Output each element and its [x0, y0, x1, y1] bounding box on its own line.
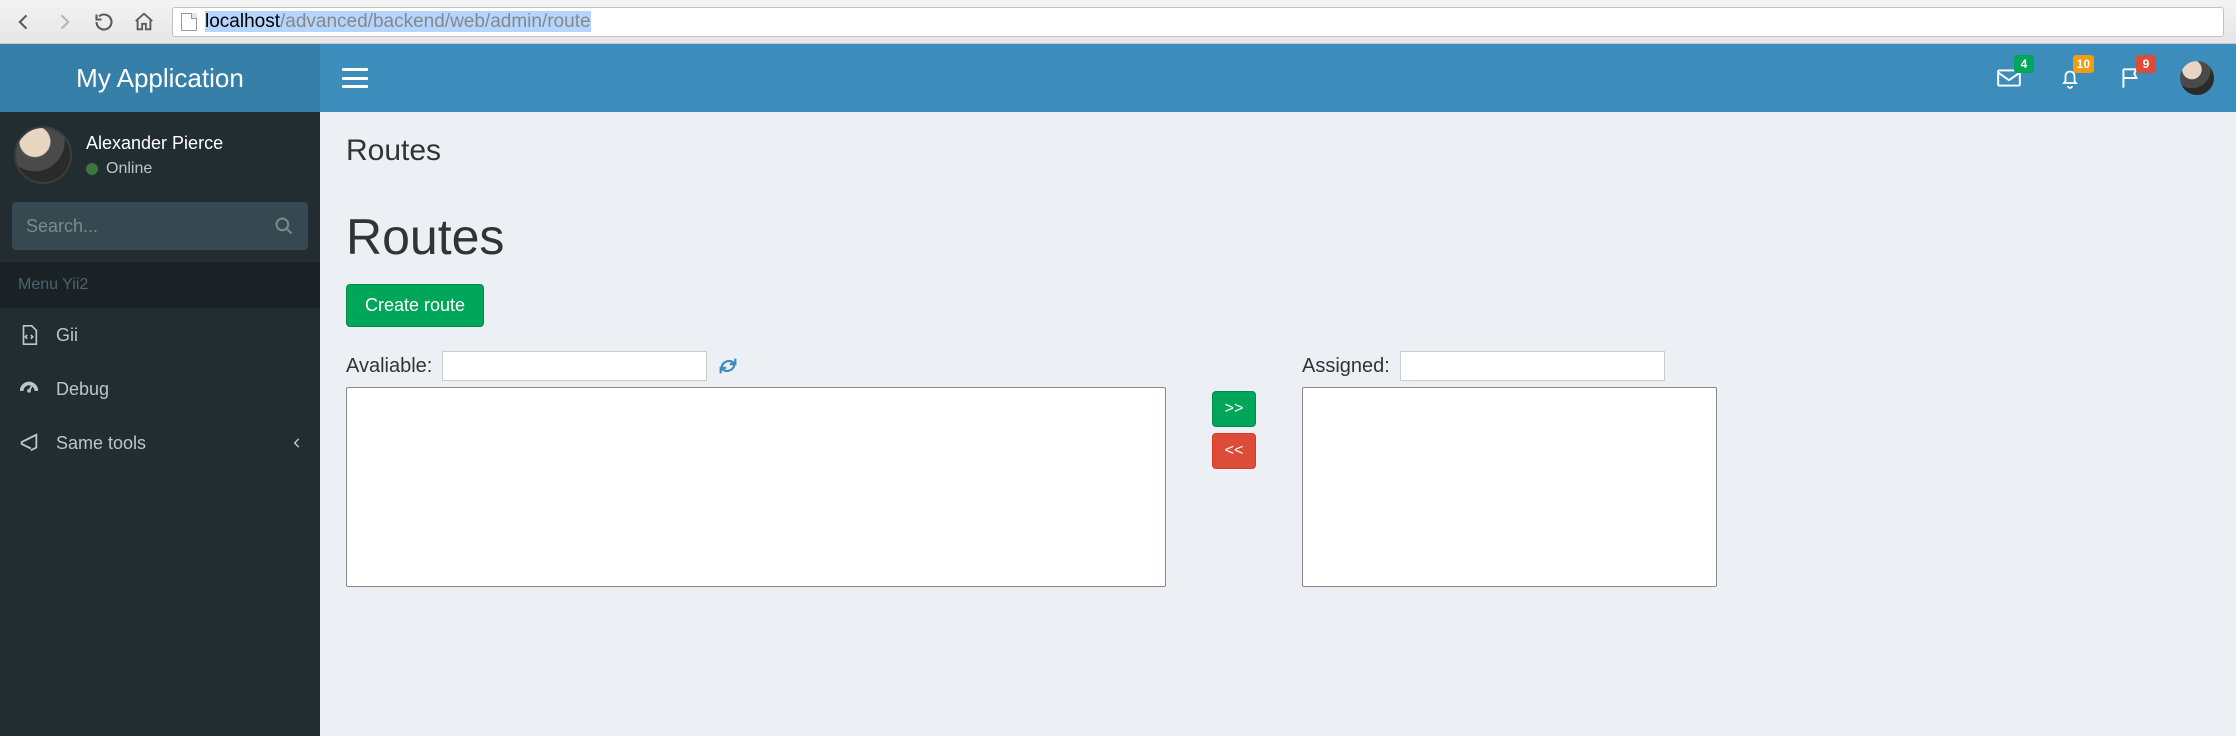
chevron-left-icon — [290, 436, 304, 450]
share-icon — [18, 432, 40, 454]
sidebar-toggle-button[interactable] — [342, 68, 368, 88]
avatar[interactable] — [14, 126, 72, 184]
page-title: Routes — [346, 208, 2210, 266]
messages-button[interactable]: 4 — [1996, 65, 2022, 91]
badge: 9 — [2136, 55, 2156, 73]
app-brand[interactable]: My Application — [0, 44, 320, 112]
search-icon[interactable] — [274, 216, 294, 236]
assign-button[interactable]: >> — [1212, 391, 1257, 427]
sidebar-item-label: Same tools — [56, 433, 146, 454]
sidebar-item-label: Debug — [56, 379, 109, 400]
nav-back-button[interactable] — [12, 10, 36, 34]
revoke-button[interactable]: << — [1212, 433, 1257, 469]
sidebar: My Application Alexander Pierce Online M… — [0, 44, 320, 736]
topbar: 4 10 9 — [320, 44, 2236, 112]
nav-forward-button — [52, 10, 76, 34]
create-route-button[interactable]: Create route — [346, 284, 484, 327]
refresh-icon — [717, 355, 739, 377]
sidebar-item-label: Gii — [56, 325, 78, 346]
tasks-button[interactable]: 9 — [2118, 65, 2144, 91]
available-label: Avaliable: — [346, 355, 432, 378]
user-menu-button[interactable] — [2180, 61, 2214, 95]
assigned-filter-input[interactable] — [1400, 351, 1665, 381]
online-indicator-icon — [86, 163, 98, 175]
dashboard-icon — [18, 378, 40, 400]
address-bar[interactable]: localhost/advanced/backend/web/admin/rou… — [172, 7, 2224, 37]
sidebar-item-same-tools[interactable]: Same tools — [0, 416, 320, 470]
reload-button[interactable] — [92, 10, 116, 34]
badge: 10 — [2073, 55, 2094, 73]
sidebar-item-debug[interactable]: Debug — [0, 362, 320, 416]
user-panel: Alexander Pierce Online — [0, 112, 320, 202]
page-icon — [181, 13, 197, 31]
assigned-label: Assigned: — [1302, 355, 1390, 378]
menu-header: Menu Yii2 — [0, 262, 320, 308]
notifications-button[interactable]: 10 — [2058, 65, 2082, 91]
badge: 4 — [2014, 55, 2034, 73]
content: Routes Routes Create route Avaliable: >> — [320, 112, 2236, 609]
available-listbox[interactable] — [346, 387, 1166, 587]
page-header-title: Routes — [346, 134, 2210, 168]
sidebar-item-gii[interactable]: Gii — [0, 308, 320, 362]
search-input[interactable] — [26, 216, 274, 237]
user-name: Alexander Pierce — [86, 133, 223, 154]
home-button[interactable] — [132, 10, 156, 34]
available-filter-input[interactable] — [442, 351, 707, 381]
assigned-listbox[interactable] — [1302, 387, 1717, 587]
refresh-button[interactable] — [717, 355, 739, 377]
code-file-icon — [18, 324, 40, 346]
user-status: Online — [86, 160, 223, 178]
browser-toolbar: localhost/advanced/backend/web/admin/rou… — [0, 0, 2236, 44]
url-text: localhost/advanced/backend/web/admin/rou… — [205, 11, 591, 33]
sidebar-search[interactable] — [12, 202, 308, 250]
